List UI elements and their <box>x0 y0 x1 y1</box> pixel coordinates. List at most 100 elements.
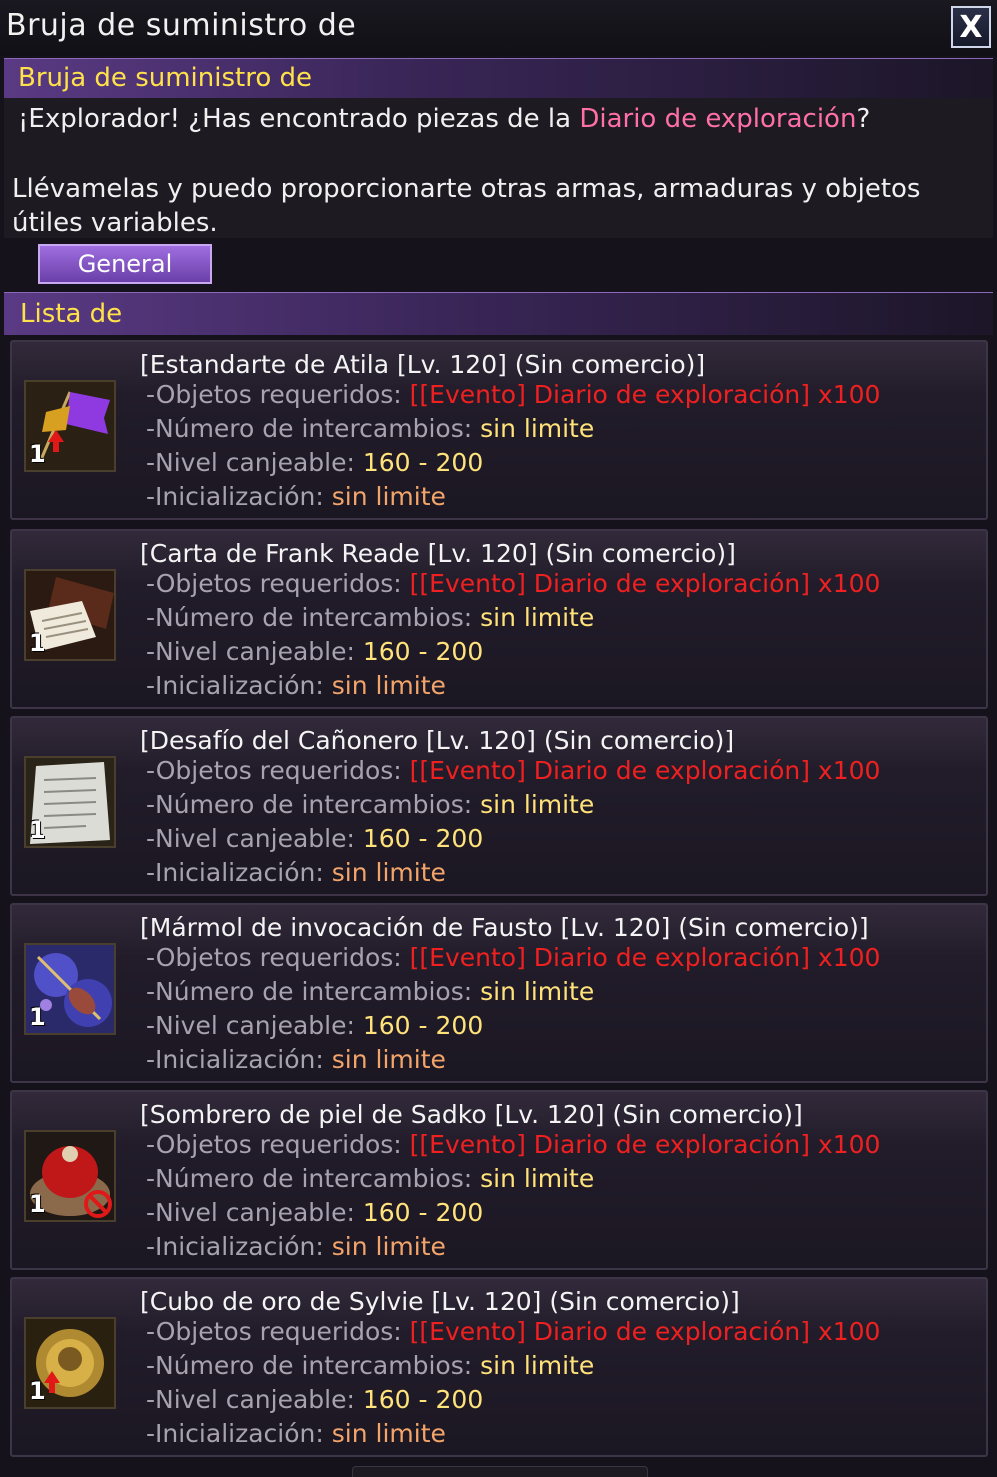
level-row: -Nivel canjeable: 160 - 200 <box>146 1011 483 1040</box>
level-value: 160 - 200 <box>362 1385 484 1414</box>
exchanges-label: -Número de intercambios: <box>146 977 473 1006</box>
reset-value: sin limite <box>331 1045 446 1074</box>
reset-row: -Inicialización: sin limite <box>146 1232 446 1261</box>
exchange-item[interactable]: 1 [Carta de Frank Reade [Lv. 120] (Sin c… <box>10 529 988 709</box>
required-label: -Objetos requeridos: <box>146 943 402 972</box>
level-value: 160 - 200 <box>362 1198 484 1227</box>
required-value: [[Evento] Diario de exploración] x100 <box>409 1130 881 1159</box>
exchanges-label: -Número de intercambios: <box>146 414 473 443</box>
level-row: -Nivel canjeable: 160 - 200 <box>146 824 483 853</box>
reset-row: -Inicialización: sin limite <box>146 671 446 700</box>
level-label: -Nivel canjeable: <box>146 1198 355 1227</box>
level-value: 160 - 200 <box>362 448 484 477</box>
required-row: -Objetos requeridos: [[Evento] Diario de… <box>146 1317 880 1346</box>
exchanges-row: -Número de intercambios: sin limite <box>146 977 594 1006</box>
npc-name: Bruja de suministro de <box>18 63 312 93</box>
level-label: -Nivel canjeable: <box>146 824 355 853</box>
required-value: [[Evento] Diario de exploración] x100 <box>409 943 881 972</box>
level-row: -Nivel canjeable: 160 - 200 <box>146 637 483 666</box>
exchanges-value: sin limite <box>480 603 595 632</box>
item-name: [Mármol de invocación de Fausto [Lv. 120… <box>140 913 869 942</box>
npc-name-header: Bruja de suministro de <box>4 58 993 99</box>
level-value: 160 - 200 <box>362 824 484 853</box>
close-button[interactable]: X <box>951 6 991 48</box>
reset-label: -Inicialización: <box>146 858 324 887</box>
list-title: Lista de <box>20 299 123 329</box>
level-value: 160 - 200 <box>362 1011 484 1040</box>
level-row: -Nivel canjeable: 160 - 200 <box>146 448 483 477</box>
exchange-item[interactable]: 1 [Desafío del Cañonero [Lv. 120] (Sin c… <box>10 716 988 896</box>
paper-sheet-icon: 1 <box>24 756 116 848</box>
close-icon: X <box>959 9 983 45</box>
level-label: -Nivel canjeable: <box>146 1011 355 1040</box>
required-label: -Objetos requeridos: <box>146 756 402 785</box>
required-row: -Objetos requeridos: [[Evento] Diario de… <box>146 1130 880 1159</box>
item-name: [Sombrero de piel de Sadko [Lv. 120] (Si… <box>140 1100 803 1129</box>
required-row: -Objetos requeridos: [[Evento] Diario de… <box>146 943 880 972</box>
exchange-item[interactable]: 1 [Estandarte de Atila [Lv. 120] (Sin co… <box>10 340 988 520</box>
exchanges-value: sin limite <box>480 414 595 443</box>
reset-value: sin limite <box>331 1232 446 1261</box>
item-quantity: 1 <box>29 816 46 844</box>
reset-row: -Inicialización: sin limite <box>146 1419 446 1448</box>
reset-row: -Inicialización: sin limite <box>146 1045 446 1074</box>
exchanges-row: -Número de intercambios: sin limite <box>146 1164 594 1193</box>
item-name: [Cubo de oro de Sylvie [Lv. 120] (Sin co… <box>140 1287 740 1316</box>
reset-label: -Inicialización: <box>146 482 324 511</box>
exchanges-row: -Número de intercambios: sin limite <box>146 1351 594 1380</box>
letter-icon: 1 <box>24 569 116 661</box>
exchanges-label: -Número de intercambios: <box>146 1351 473 1380</box>
purple-flag-icon: 1 <box>24 380 116 472</box>
level-label: -Nivel canjeable: <box>146 1385 355 1414</box>
level-value: 160 - 200 <box>362 637 484 666</box>
level-row: -Nivel canjeable: 160 - 200 <box>146 1198 483 1227</box>
reset-label: -Inicialización: <box>146 1232 324 1261</box>
reset-label: -Inicialización: <box>146 1419 324 1448</box>
reset-value: sin limite <box>331 482 446 511</box>
dialog-line-1: ¡Explorador! ¿Has encontrado piezas de l… <box>18 104 870 134</box>
item-quantity: 1 <box>29 440 46 468</box>
level-label: -Nivel canjeable: <box>146 448 355 477</box>
required-row: -Objetos requeridos: [[Evento] Diario de… <box>146 569 880 598</box>
reset-row: -Inicialización: sin limite <box>146 482 446 511</box>
required-label: -Objetos requeridos: <box>146 1317 402 1346</box>
window-titlebar[interactable]: Bruja de suministro de X <box>0 0 997 56</box>
required-row: -Objetos requeridos: [[Evento] Diario de… <box>146 756 880 785</box>
item-quantity: 1 <box>29 629 46 657</box>
required-value: [[Evento] Diario de exploración] x100 <box>409 569 881 598</box>
item-quantity: 1 <box>29 1003 46 1031</box>
exchanges-label: -Número de intercambios: <box>146 1164 473 1193</box>
item-name: [Estandarte de Atila [Lv. 120] (Sin come… <box>140 350 706 379</box>
dialog-highlight: Diario de exploración <box>579 104 857 134</box>
item-name: [Carta de Frank Reade [Lv. 120] (Sin com… <box>140 539 736 568</box>
exchanges-row: -Número de intercambios: sin limite <box>146 603 594 632</box>
reset-label: -Inicialización: <box>146 1045 324 1074</box>
exchange-item[interactable]: 1 [Mármol de invocación de Fausto [Lv. 1… <box>10 903 988 1083</box>
exchange-item[interactable]: 1 [Cubo de oro de Sylvie [Lv. 120] (Sin … <box>10 1277 988 1457</box>
bottom-scroll-tab[interactable] <box>352 1466 648 1477</box>
dialog-line-2: Llévamelas y puedo proporcionarte otras … <box>12 174 921 238</box>
exchange-item[interactable]: 1 [Sombrero de piel de Sadko [Lv. 120] (… <box>10 1090 988 1270</box>
reset-value: sin limite <box>331 1419 446 1448</box>
item-quantity: 1 <box>29 1377 46 1405</box>
exchanges-value: sin limite <box>480 790 595 819</box>
exchanges-label: -Número de intercambios: <box>146 603 473 632</box>
exchanges-value: sin limite <box>480 1164 595 1193</box>
fur-hat-icon: 1 <box>24 1130 116 1222</box>
item-quantity: 1 <box>29 1190 46 1218</box>
gold-cube-icon: 1 <box>24 1317 116 1409</box>
tab-general[interactable]: General <box>38 244 212 284</box>
violin-marble-icon: 1 <box>24 943 116 1035</box>
dialog-text-post: ? <box>856 104 871 134</box>
exchanges-row: -Número de intercambios: sin limite <box>146 414 594 443</box>
reset-value: sin limite <box>331 858 446 887</box>
reset-row: -Inicialización: sin limite <box>146 858 446 887</box>
reset-value: sin limite <box>331 671 446 700</box>
required-row: -Objetos requeridos: [[Evento] Diario de… <box>146 380 880 409</box>
exchanges-label: -Número de intercambios: <box>146 790 473 819</box>
required-label: -Objetos requeridos: <box>146 1130 402 1159</box>
exchanges-value: sin limite <box>480 977 595 1006</box>
required-value: [[Evento] Diario de exploración] x100 <box>409 1317 881 1346</box>
exchanges-row: -Número de intercambios: sin limite <box>146 790 594 819</box>
reset-label: -Inicialización: <box>146 671 324 700</box>
